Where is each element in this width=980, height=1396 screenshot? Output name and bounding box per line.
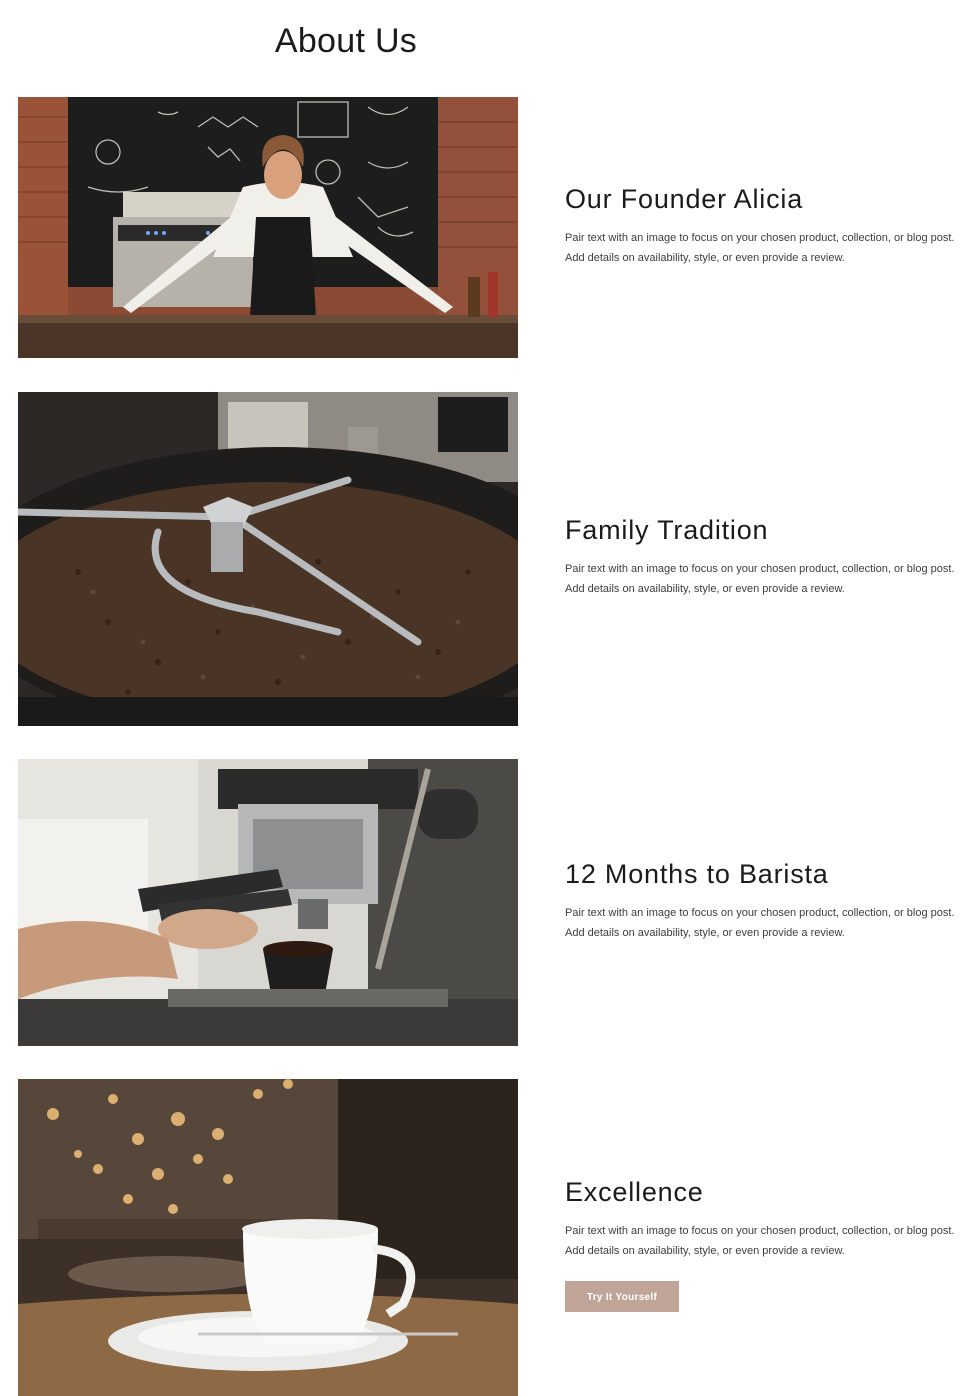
founder-photo bbox=[18, 97, 518, 358]
excellence-section: Excellence Pair text with an image to fo… bbox=[565, 1177, 965, 1312]
founder-section: Our Founder Alicia Pair text with an ima… bbox=[565, 184, 965, 268]
coffee-cup-photo bbox=[18, 1079, 518, 1396]
section-body: Pair text with an image to focus on your… bbox=[565, 563, 955, 595]
family-tradition-section: Family Tradition Pair text with an image… bbox=[565, 515, 965, 599]
espresso-machine-photo bbox=[18, 759, 518, 1046]
try-it-yourself-button[interactable]: Try It Yourself bbox=[565, 1281, 679, 1312]
page-title: About Us bbox=[274, 22, 418, 60]
section-body: Pair text with an image to focus on your… bbox=[565, 907, 955, 939]
section-heading: 12 Months to Barista bbox=[565, 859, 829, 889]
barista-section: 12 Months to Barista Pair text with an i… bbox=[565, 859, 965, 943]
section-heading: Family Tradition bbox=[565, 515, 769, 545]
coffee-roaster-photo bbox=[18, 392, 518, 726]
section-heading: Our Founder Alicia bbox=[565, 184, 804, 214]
section-body: Pair text with an image to focus on your… bbox=[565, 232, 955, 264]
section-body: Pair text with an image to focus on your… bbox=[565, 1225, 955, 1257]
section-heading: Excellence bbox=[565, 1177, 704, 1207]
